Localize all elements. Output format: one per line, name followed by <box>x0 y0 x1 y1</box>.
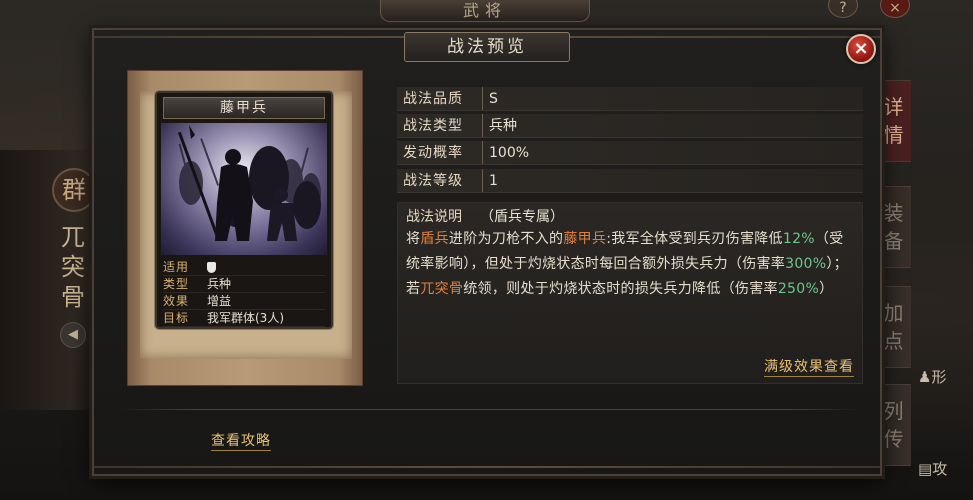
side-link-form[interactable]: ♟形 <box>918 366 946 387</box>
stat-row-type: 类型 兵种 <box>163 276 325 293</box>
close-button[interactable]: × <box>846 34 876 64</box>
side-link-attack[interactable]: ▤攻 <box>918 458 947 479</box>
highlight-text: 兀突骨 <box>420 281 464 297</box>
info-row-probability: 发动概率 100% <box>397 141 863 165</box>
info-row-type: 战法类型 兵种 <box>397 114 863 138</box>
dialog-title: 战法预览 <box>404 32 570 62</box>
sound-icon[interactable]: ◀ <box>60 322 86 348</box>
highlight-text: 藤甲兵 <box>563 231 607 247</box>
description-box: 战法说明 （盾兵专属） 将盾兵进阶为刀枪不入的藤甲兵:我军全体受到兵刃伤害降低12… <box>397 202 863 384</box>
person-icon: ♟ <box>918 368 932 386</box>
card-stats: 适用 类型 兵种 效果 增益 目标 我军群体(3人) <box>163 259 325 327</box>
divider <box>120 409 860 410</box>
full-effect-link[interactable]: 满级效果查看 <box>764 356 854 377</box>
info-row-quality: 战法品质 S <box>397 87 863 111</box>
info-key: 发动概率 <box>397 141 483 164</box>
description-segment: :我军全体受到兵刃伤害降低 <box>606 231 783 247</box>
tactic-preview-dialog: 战法预览 × 藤甲兵 适用 类型 兵种 效果 增益 目标 我军群体(3人) 战法… <box>92 28 882 476</box>
tactic-card: 藤甲兵 适用 类型 兵种 效果 增益 目标 我军群体(3人) <box>154 90 334 330</box>
stat-key: 目标 <box>163 311 190 325</box>
faction-badge: 群 <box>52 168 96 212</box>
description-segment: 进阶为刀枪不入的 <box>448 231 564 247</box>
highlight-text: 250% <box>777 281 820 297</box>
scroll-icon: ▤ <box>918 460 933 478</box>
stat-row-effect: 效果 增益 <box>163 293 325 310</box>
stat-value: 我军群体(3人) <box>207 311 284 325</box>
info-key: 战法等级 <box>397 169 483 192</box>
card-title: 藤甲兵 <box>163 97 325 119</box>
info-value: 1 <box>489 173 498 189</box>
info-value: 100% <box>489 145 530 161</box>
description-header: 战法说明 （盾兵专属） <box>406 207 854 227</box>
info-value: S <box>489 91 498 107</box>
shield-icon <box>207 262 216 273</box>
stat-row-applicable: 适用 <box>163 259 325 276</box>
stat-key: 类型 <box>163 277 190 291</box>
soldiers-silhouette <box>161 123 327 255</box>
stat-row-target: 目标 我军群体(3人) <box>163 310 325 327</box>
stat-value: 兵种 <box>207 277 232 291</box>
general-top-tab[interactable]: 武将 <box>380 0 590 22</box>
description-label: 战法说明 <box>406 209 462 225</box>
description-tag: （盾兵专属） <box>480 209 564 225</box>
info-key: 战法类型 <box>397 114 483 137</box>
highlight-text: 12% <box>782 231 815 247</box>
description-segment: ） <box>819 281 834 297</box>
info-value: 兵种 <box>489 118 517 134</box>
info-row-level: 战法等级 1 <box>397 169 863 193</box>
stat-value: 增益 <box>207 294 232 308</box>
description-segment: 统领，则处于灼烧状态时的损失兵力降低（伤害率 <box>463 281 778 297</box>
description-segment: 将 <box>406 231 421 247</box>
general-name: 兀突骨 <box>61 223 85 311</box>
guide-link[interactable]: 查看攻略 <box>211 430 271 451</box>
description-text: 将盾兵进阶为刀枪不入的藤甲兵:我军全体受到兵刃伤害降低12%（受统率影响），但处… <box>406 227 854 302</box>
highlight-text: 300% <box>785 256 827 272</box>
stat-key: 适用 <box>163 260 190 274</box>
info-key: 战法品质 <box>397 87 483 110</box>
highlight-text: 盾兵 <box>420 231 449 247</box>
stat-value <box>207 259 325 275</box>
stat-key: 效果 <box>163 294 190 308</box>
card-artwork <box>161 123 327 255</box>
